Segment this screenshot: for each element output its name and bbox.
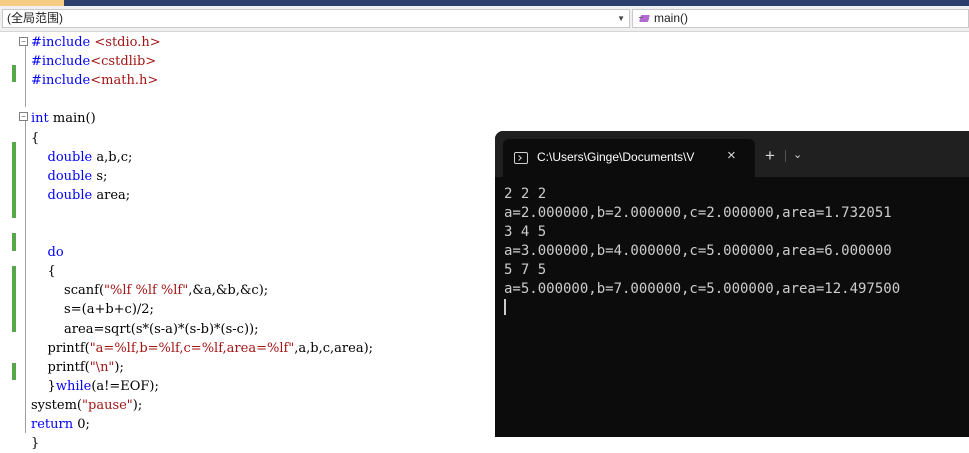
terminal-tab[interactable]: C:\Users\Ginge\Documents\V × [503, 139, 755, 177]
code-line[interactable]: #include <stdio.h> [31, 33, 161, 52]
keyword-token: int [31, 111, 49, 127]
scope-dropdown-value: (全局范围) [7, 11, 63, 25]
outline-guide [25, 46, 26, 107]
member-dropdown-value: main() [654, 11, 689, 25]
keyword-token: double [47, 187, 93, 203]
terminal-cursor-line [504, 299, 900, 318]
keyword-token: double [47, 168, 93, 184]
terminal-line: a=5.000000,b=7.000000,c=5.000000,area=12… [504, 281, 901, 297]
terminal-line: 2 2 2 [504, 186, 547, 202]
code-line[interactable]: system("pause"); [31, 396, 142, 415]
member-dropdown[interactable]: main() [632, 9, 969, 28]
scope-dropdown[interactable]: (全局范围) ▼ [2, 9, 630, 28]
code-line[interactable]: return 0; [31, 415, 90, 434]
code-line[interactable]: int main() [31, 109, 96, 128]
chevron-down-icon[interactable]: ⌄ [793, 148, 802, 161]
navigation-bar: (全局范围) ▼ main() [0, 6, 969, 32]
keyword-token: do [47, 245, 64, 261]
change-marker [12, 266, 16, 332]
tab-separator [785, 150, 786, 162]
terminal-line: a=2.000000,b=2.000000,c=2.000000,area=1.… [504, 205, 892, 221]
terminal-titlebar: C:\Users\Ginge\Documents\V × + ⌄ [495, 131, 969, 177]
string-token: <cstdlib> [90, 54, 157, 70]
code-line[interactable]: scanf("%lf %lf %lf",&a,&b,&c); [31, 281, 268, 300]
code-line[interactable]: }while(a!=EOF); [31, 377, 159, 396]
string-token: "pause" [82, 397, 133, 413]
text-cursor [504, 299, 506, 315]
string-token: <math.h> [90, 73, 159, 89]
keyword-token: double [47, 149, 93, 165]
string-token: "a=%lf,b=%lf,c=%lf,area=%lf" [89, 340, 295, 356]
keyword-token: #include [31, 73, 91, 89]
code-line[interactable]: double area; [31, 186, 131, 205]
code-line[interactable]: area=sqrt(s*(s-a)*(s-b)*(s-c)); [31, 320, 258, 339]
code-line[interactable]: { [31, 262, 56, 281]
keyword-token: #include [31, 35, 91, 50]
code-line[interactable]: do [31, 243, 64, 262]
chevron-down-icon[interactable]: ▼ [617, 10, 625, 27]
command-prompt-icon [514, 152, 528, 164]
keyword-token: #include [31, 54, 91, 70]
outline-guide [25, 121, 26, 433]
terminal-line: 5 7 5 [504, 262, 547, 278]
terminal-window[interactable]: C:\Users\Ginge\Documents\V × + ⌄ 2 2 2 a… [495, 131, 969, 437]
code-line[interactable]: #include<math.h> [31, 71, 158, 90]
function-icon [639, 13, 651, 23]
string-token: "%lf %lf %lf" [104, 283, 189, 299]
terminal-line: 3 4 5 [504, 224, 547, 240]
change-marker [12, 363, 16, 380]
change-marker [12, 233, 16, 251]
terminal-output[interactable]: 2 2 2 a=2.000000,b=2.000000,c=2.000000,a… [504, 185, 900, 318]
code-line[interactable]: double s; [31, 167, 108, 186]
change-marker [12, 142, 16, 218]
code-line[interactable]: s=(a+b+c)/2; [31, 300, 154, 319]
code-line[interactable]: { [31, 129, 39, 148]
string-token: <stdio.h> [94, 35, 161, 50]
new-tab-icon[interactable]: + [765, 147, 775, 164]
keyword-token: return [31, 417, 74, 432]
code-line[interactable]: #include<cstdlib> [31, 52, 156, 71]
close-tab-icon[interactable]: × [727, 147, 736, 164]
code-line[interactable]: double a,b,c; [31, 148, 133, 167]
collapse-include-block-icon[interactable]: − [19, 37, 28, 46]
string-token: "\n" [89, 359, 115, 375]
terminal-line: a=3.000000,b=4.000000,c=5.000000,area=6.… [504, 243, 892, 259]
terminal-tab-title: C:\Users\Ginge\Documents\V [537, 150, 695, 164]
code-line[interactable]: printf("a=%lf,b=%lf,c=%lf,area=%lf",a,b,… [31, 339, 374, 358]
code-line[interactable]: printf("\n"); [31, 358, 124, 377]
collapse-main-function-icon[interactable]: − [19, 112, 28, 121]
change-marker [12, 65, 16, 82]
keyword-token: while [55, 378, 92, 394]
